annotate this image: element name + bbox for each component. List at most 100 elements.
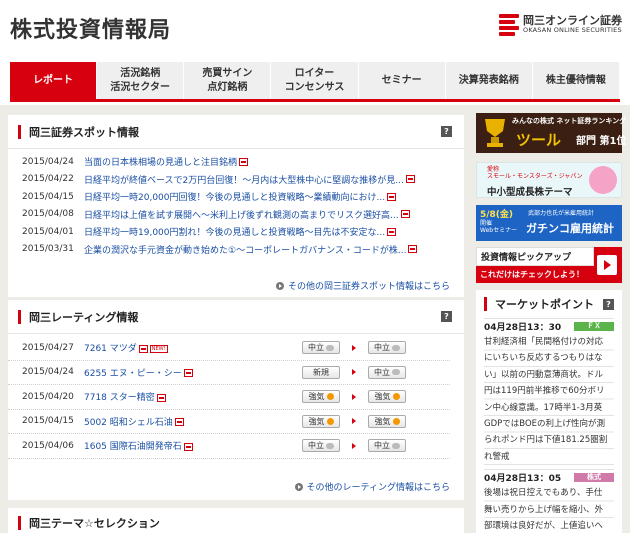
pdf-icon[interactable] <box>408 245 418 254</box>
stock-link[interactable]: 6255 エヌ・ピー・シー <box>84 369 182 379</box>
category-badge: ＦＸ <box>574 322 614 331</box>
rating-date: 2015/04/06 <box>22 440 74 451</box>
spot-more-link[interactable]: その他の岡三証券スポット情報はこちら <box>275 279 450 292</box>
rating-date: 2015/04/15 <box>22 416 74 427</box>
main-content: 岡三証券スポット情報 ? 2015/04/24 当面の日本株相場の見通しと注目銘… <box>0 105 630 533</box>
rating-more-link[interactable]: その他のレーティング情報はこちら <box>294 480 450 493</box>
tab-trade-signals[interactable]: 売買サイン 点灯銘柄 <box>184 62 272 99</box>
theme-panel: 岡三テーマ☆セレクション <box>8 508 464 533</box>
tab-active-stocks[interactable]: 活況銘柄 活況セクター <box>97 62 185 99</box>
monster-character-icon <box>589 166 617 194</box>
fund-banner-main: 中小型成長株テーマ <box>487 187 573 198</box>
cloud-icon <box>392 442 400 449</box>
list-item: 2015/04/01 日経平均一時19,000円割れ！今後の見通しと投資戦略～目… <box>8 223 464 241</box>
cloud-icon <box>326 442 334 449</box>
tab-earnings[interactable]: 決算発表銘柄 <box>445 62 533 99</box>
news-link[interactable]: 日経平均は上値を試す展開へ～米利上げ後ずれ観測の高まりでリスク選好高... <box>84 208 399 221</box>
spot-info-panel: 岡三証券スポット情報 ? 2015/04/24 当面の日本株相場の見通しと注目銘… <box>8 115 464 297</box>
current-rating: 中立 <box>368 365 406 379</box>
sun-icon <box>392 417 400 425</box>
section-marker <box>18 516 21 530</box>
market-point-title: マーケットポイント <box>495 298 594 311</box>
table-row: 2015/04/15 5002 昭和シェル石油 強気 強気 <box>8 410 450 434</box>
ranking-banner-main: ツール <box>516 131 562 149</box>
pdf-icon[interactable] <box>387 227 397 236</box>
rating-date: 2015/04/24 <box>22 367 74 378</box>
seminar-date: 5/8(金) <box>480 210 514 220</box>
arrow-right-icon <box>340 418 368 425</box>
help-icon[interactable]: ? <box>603 299 614 310</box>
tab-report[interactable]: レポート <box>10 62 98 99</box>
news-date: 2015/04/24 <box>22 156 74 167</box>
market-item[interactable]: 04月28日13：30 ＦＸ 甘利経済相「民間格付けの対応 にいちいち反応するつ… <box>484 318 614 466</box>
seminar-label: 開催 Webセミナー <box>480 220 518 234</box>
pdf-icon[interactable] <box>239 157 249 166</box>
previous-rating: 強気 <box>302 390 340 404</box>
pdf-icon[interactable] <box>405 175 415 184</box>
pdf-icon[interactable] <box>138 344 148 353</box>
previous-rating: 強気 <box>302 414 340 428</box>
rating-title: 岡三レーティング情報 <box>29 310 139 324</box>
news-link[interactable]: 企業の潤沢な手元資金が動き始めた①～コーポレートガバナンス・コードが株... <box>84 243 406 256</box>
table-row: 2015/04/06 1605 国際石油開発帝石 中立 中立 <box>8 434 450 459</box>
news-link[interactable]: 日経平均が終値ベースで2万円台回復！～月内は大型株中心に堅調な推移が見... <box>84 173 404 186</box>
sun-icon <box>392 393 400 401</box>
cloud-icon <box>392 369 400 376</box>
pdf-icon[interactable] <box>387 192 397 201</box>
fund-banner[interactable]: 愛称 スモール・モンスターズ・ジャパン 中小型成長株テーマ <box>476 162 622 198</box>
cloud-icon <box>392 344 400 351</box>
news-date: 2015/03/31 <box>22 244 74 255</box>
web-seminar-banner[interactable]: 5/8(金) 開催 Webセミナー 武部力也氏が米雇用統計 ガチンコ雇用統計 <box>476 205 622 241</box>
list-item: 2015/04/22 日経平均が終値ベースで2万円台回復！～月内は大型株中心に堅… <box>8 171 464 189</box>
current-rating: 中立 <box>368 439 406 453</box>
spot-more-label: その他の岡三証券スポット情報はこちら <box>287 282 450 292</box>
pdf-icon[interactable] <box>156 393 166 402</box>
news-date: 2015/04/15 <box>22 191 74 202</box>
news-link[interactable]: 当面の日本株相場の見通しと注目銘柄 <box>84 155 237 168</box>
news-date: 2015/04/08 <box>22 209 74 220</box>
play-arrow-icon <box>597 255 617 275</box>
table-row: 2015/04/20 7718 スター精密 強気 強気 <box>8 385 450 410</box>
pickup-subtitle: これだけはチェックしよう！ <box>480 270 584 279</box>
pdf-icon[interactable] <box>183 369 193 378</box>
rating-date: 2015/04/20 <box>22 391 74 402</box>
list-item: 2015/03/31 企業の潤沢な手元資金が動き始めた①～コーポレートガバナンス… <box>8 241 464 259</box>
pdf-icon[interactable] <box>400 210 410 219</box>
pdf-icon[interactable] <box>174 418 184 427</box>
arrow-circle-icon <box>294 482 303 491</box>
section-marker <box>18 124 21 139</box>
market-time: 04月28日13：30 <box>484 323 562 333</box>
stock-link[interactable]: 7718 スター精密 <box>84 393 155 403</box>
cloud-icon <box>326 344 334 351</box>
previous-rating: 新規 <box>302 365 340 379</box>
stock-link[interactable]: 5002 昭和シェル石油 <box>84 418 173 428</box>
trophy-icon <box>485 119 505 147</box>
fund-banner-caption: 愛称 スモール・モンスターズ・ジャパン <box>487 166 583 181</box>
arrow-right-icon <box>340 369 368 376</box>
table-row: 2015/04/27 7261 マツダ NEW! 中立 中立 <box>8 336 450 361</box>
okasan-logo[interactable]: 岡三オンライン証券 OKASAN ONLINE SECURITIES <box>499 14 622 36</box>
help-icon[interactable]: ? <box>441 311 452 322</box>
rating-date: 2015/04/27 <box>22 342 74 353</box>
stock-link[interactable]: 1605 国際石油開発帝石 <box>84 442 182 452</box>
help-icon[interactable]: ? <box>441 126 452 137</box>
list-item: 2015/04/24 当面の日本株相場の見通しと注目銘柄 <box>8 153 464 171</box>
tab-reuters-consensus[interactable]: ロイター コンセンサス <box>271 62 359 99</box>
ranking-banner[interactable]: みんなの株式 ネット証券ランキング ツール 部門 第1位 <box>476 113 626 153</box>
theme-title: 岡三テーマ☆セレクション <box>29 517 160 530</box>
market-time: 04月28日13：05 <box>484 474 562 485</box>
current-rating: 中立 <box>368 341 406 355</box>
stock-link[interactable]: 7261 マツダ <box>84 344 137 354</box>
pdf-icon[interactable] <box>183 442 193 451</box>
market-item[interactable]: 04月28日13：05 株式 後場は祝日控えでもあり、手仕 舞い売りから上げ幅を… <box>484 469 614 533</box>
tab-seminar[interactable]: セミナー <box>358 62 446 99</box>
news-link[interactable]: 日経平均一時20,000円回復！今後の見通しと投資戦略～業績動向におけ... <box>84 190 385 203</box>
pickup-banner[interactable]: 投資情報ピックアップ これだけはチェックしよう！ <box>476 247 622 283</box>
tab-shareholder-benefits[interactable]: 株主優待情報 <box>532 62 620 99</box>
arrow-circle-icon <box>275 281 284 290</box>
okasan-logo-mark-icon <box>499 14 519 36</box>
sun-icon <box>326 393 334 401</box>
news-date: 2015/04/01 <box>22 226 74 237</box>
news-link[interactable]: 日経平均一時19,000円割れ！今後の見通しと投資戦略～目先は不安定な... <box>84 225 385 238</box>
current-rating: 強気 <box>368 414 406 428</box>
